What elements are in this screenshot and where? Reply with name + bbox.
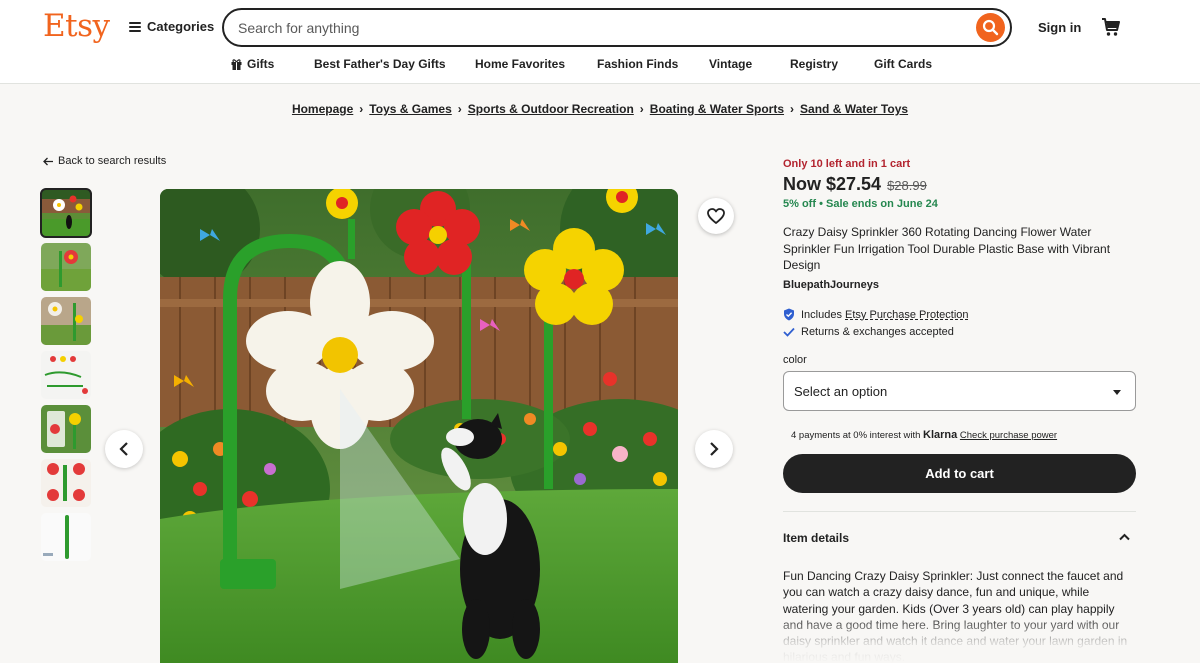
sale-bullet: • (819, 198, 826, 210)
caret-down-icon (1113, 390, 1121, 395)
returns-policy: Returns & exchanges accepted (783, 326, 954, 338)
search-icon (982, 19, 999, 36)
nav-item-vintage[interactable]: Vintage (709, 57, 752, 71)
site-header: Etsy Categories Sign in (0, 0, 1200, 84)
klarna-info: 4 payments at 0% interest with Klarna Ch… (791, 429, 1057, 441)
gift-icon (231, 59, 242, 70)
klarna-text: 4 payments at 0% interest with (791, 430, 924, 441)
nav-item-registry[interactable]: Registry (790, 57, 838, 71)
breadcrumb-separator: › (359, 102, 364, 116)
chevron-right-icon (710, 442, 719, 456)
item-details-heading: Item details (783, 531, 850, 545)
shop-name-link[interactable]: BluepathJourneys (783, 279, 879, 291)
breadcrumb-boating-water[interactable]: Boating & Water Sports (650, 102, 784, 116)
thumbnail[interactable] (41, 297, 91, 345)
nav-item-fashion-finds[interactable]: Fashion Finds (597, 57, 678, 71)
sale-info: 5% off • Sale ends on June 24 (783, 198, 938, 210)
back-link-label: Back to search results (58, 155, 167, 167)
thumbnail[interactable] (41, 405, 91, 453)
nav-item-fathers-day[interactable]: Best Father's Day Gifts (314, 57, 446, 71)
shield-check-icon (784, 308, 794, 321)
breadcrumb-separator: › (457, 102, 462, 116)
search-bar (222, 8, 1012, 47)
sale-ends-label: Sale ends on June 24 (825, 198, 938, 210)
nav-item-gifts[interactable]: Gifts (231, 57, 274, 71)
protection-text: Includes Etsy Purchase Protection (801, 309, 969, 321)
cart-icon (1102, 18, 1120, 36)
original-price: $28.99 (887, 178, 927, 193)
thumbnail[interactable] (41, 459, 91, 507)
previous-image-button[interactable] (105, 430, 143, 468)
sign-in-link[interactable]: Sign in (1038, 20, 1081, 35)
protection-prefix: Includes (801, 308, 846, 321)
category-nav: Gifts Best Father's Day Gifts Home Favor… (0, 57, 1200, 75)
thumbnail[interactable] (41, 351, 91, 399)
stock-notice: Only 10 left and in 1 cart (783, 158, 911, 170)
add-to-cart-button[interactable]: Add to cart (783, 454, 1136, 493)
categories-button[interactable]: Categories (129, 19, 214, 34)
chevron-left-icon (119, 442, 128, 456)
breadcrumb-separator: › (790, 102, 795, 116)
breadcrumb-separator: › (639, 102, 644, 116)
cart-button[interactable] (1101, 17, 1121, 42)
favorite-button[interactable] (698, 198, 734, 234)
categories-label: Categories (147, 19, 215, 34)
chevron-up-icon (1119, 533, 1130, 541)
breadcrumb: Homepage › Toys & Games › Sports & Outdo… (0, 102, 1200, 116)
divider (783, 511, 1136, 512)
klarna-brand: Klarna (923, 429, 958, 441)
current-price: Now $27.54 (783, 174, 882, 194)
item-details-toggle[interactable]: Item details (783, 531, 1136, 545)
etsy-logo[interactable]: Etsy (43, 8, 110, 44)
breadcrumb-homepage[interactable]: Homepage (292, 102, 353, 116)
purchase-protection-link[interactable]: Etsy Purchase Protection (845, 309, 969, 321)
color-option-label: color (783, 354, 807, 366)
arrow-left-icon (43, 157, 53, 165)
price-row: Now $27.54 $28.99 (783, 174, 927, 195)
check-purchase-power-link[interactable]: Check purchase power (960, 430, 1057, 441)
breadcrumb-sports-outdoor[interactable]: Sports & Outdoor Recreation (468, 102, 634, 116)
next-image-button[interactable] (695, 430, 733, 468)
thumbnail[interactable] (41, 243, 91, 291)
hamburger-icon (129, 21, 141, 32)
breadcrumb-toys-games[interactable]: Toys & Games (369, 102, 451, 116)
thumbnail[interactable] (41, 513, 91, 561)
product-main-image[interactable] (160, 189, 678, 663)
returns-text: Returns & exchanges accepted (801, 326, 954, 338)
search-button[interactable] (976, 13, 1005, 42)
description-fade (783, 615, 1143, 663)
breadcrumb-sand-water-toys[interactable]: Sand & Water Toys (800, 102, 908, 116)
purchase-protection: Includes Etsy Purchase Protection (783, 308, 969, 321)
nav-item-gift-cards[interactable]: Gift Cards (874, 57, 932, 71)
search-input[interactable] (238, 18, 938, 38)
product-title: Crazy Daisy Sprinkler 360 Rotating Danci… (783, 225, 1111, 272)
back-to-search-link[interactable]: Back to search results (43, 155, 166, 167)
heart-icon (707, 208, 725, 224)
nav-item-home-favorites[interactable]: Home Favorites (475, 57, 565, 71)
thumbnail[interactable] (40, 188, 92, 238)
thumbnail-list (40, 188, 92, 567)
checkmark-icon (783, 327, 795, 337)
nav-label: Gifts (247, 57, 275, 71)
color-select-value: Select an option (794, 384, 888, 399)
discount-label: 5% off (783, 198, 816, 210)
color-select[interactable]: Select an option (783, 371, 1136, 411)
